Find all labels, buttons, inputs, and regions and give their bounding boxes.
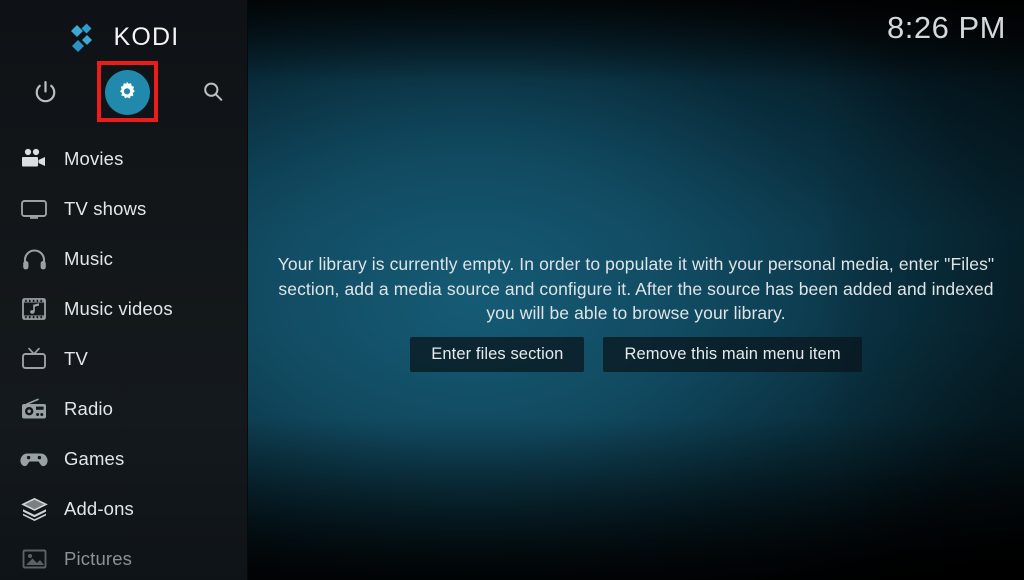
power-icon bbox=[35, 80, 55, 102]
picture-frame-icon bbox=[18, 545, 50, 573]
settings-button-circle bbox=[104, 69, 150, 115]
sidebar-item-radio[interactable]: Radio bbox=[0, 384, 248, 434]
sidebar-item-add-ons[interactable]: Add-ons bbox=[0, 484, 248, 534]
sidebar-item-music-videos[interactable]: Music videos bbox=[0, 284, 248, 334]
sidebar-item-music[interactable]: Music bbox=[0, 234, 248, 284]
settings-button[interactable] bbox=[101, 66, 153, 118]
sidebar-item-label: Movies bbox=[64, 148, 124, 169]
search-button[interactable] bbox=[187, 66, 239, 118]
sidebar-item-tv[interactable]: TV bbox=[0, 334, 248, 384]
layers-stack-icon bbox=[18, 495, 50, 523]
sidebar-item-label: Pictures bbox=[64, 548, 133, 569]
remove-main-menu-item-button[interactable]: Remove this main menu item bbox=[603, 337, 862, 372]
tv-monitor-icon bbox=[18, 195, 50, 223]
sidebar-item-label: TV bbox=[64, 348, 88, 369]
action-button-row: Enter files section Remove this main men… bbox=[248, 337, 1024, 372]
sidebar-item-games[interactable]: Games bbox=[0, 434, 248, 484]
sidebar-item-label: Radio bbox=[64, 398, 114, 419]
sidebar-item-label: TV shows bbox=[64, 198, 147, 219]
sidebar-item-label: Add-ons bbox=[64, 498, 134, 519]
clock: 8:26 PM bbox=[887, 10, 1006, 45]
radio-icon bbox=[18, 395, 50, 423]
headphones-icon bbox=[18, 245, 50, 273]
app-logo: KODI bbox=[0, 16, 248, 58]
sidebar-item-label: Games bbox=[64, 448, 125, 469]
film-music-note-icon bbox=[18, 295, 50, 323]
app-name: KODI bbox=[113, 22, 180, 51]
empty-library-message: Your library is currently empty. In orde… bbox=[277, 254, 995, 323]
sidebar-menu: Movies TV shows Music Music videos TV Ra… bbox=[0, 134, 248, 580]
movie-camera-icon bbox=[18, 145, 50, 173]
sidebar-item-label: Music videos bbox=[64, 298, 173, 319]
sidebar-item-pictures[interactable]: Pictures bbox=[0, 534, 248, 580]
sidebar-toolbar bbox=[0, 66, 248, 118]
gamepad-icon bbox=[18, 445, 50, 473]
main-content: Your library is currently empty. In orde… bbox=[248, 0, 1024, 580]
sidebar: KODI Movies TV shows Music Music videos … bbox=[0, 0, 248, 580]
sidebar-item-label: Music bbox=[64, 248, 114, 269]
search-icon bbox=[204, 82, 223, 101]
sidebar-item-tv-shows[interactable]: TV shows bbox=[0, 184, 248, 234]
gear-icon bbox=[120, 81, 135, 99]
kodi-home-screen: Your library is currently empty. In orde… bbox=[0, 0, 1024, 580]
enter-files-section-button[interactable]: Enter files section bbox=[410, 337, 585, 372]
power-button[interactable] bbox=[19, 66, 71, 118]
sidebar-item-movies[interactable]: Movies bbox=[0, 134, 248, 184]
tv-antenna-icon bbox=[18, 345, 50, 373]
kodi-logo-icon bbox=[70, 23, 92, 52]
